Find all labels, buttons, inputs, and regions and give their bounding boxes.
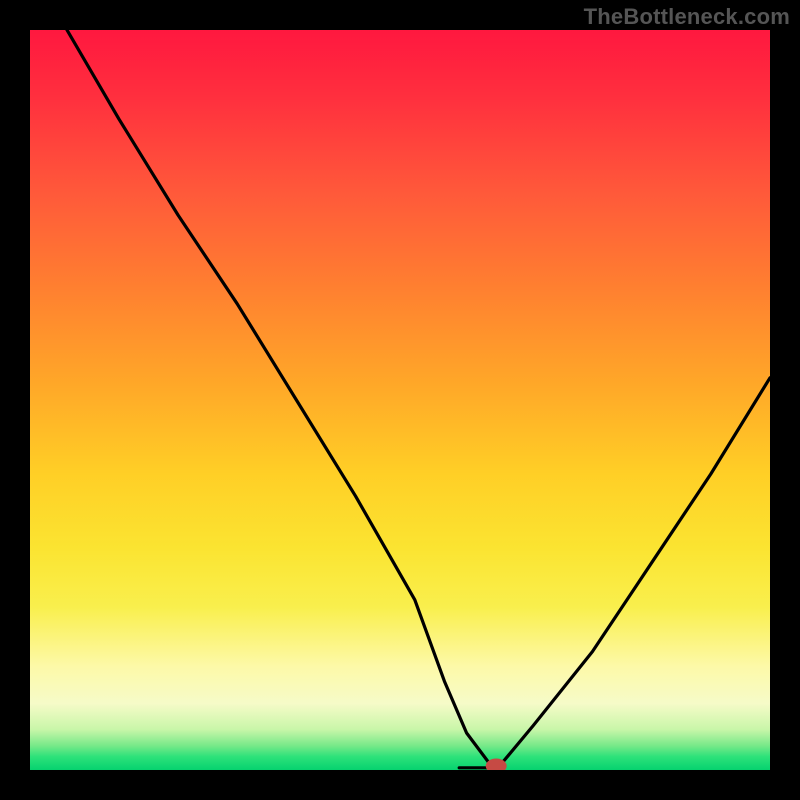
optimum-marker bbox=[486, 759, 506, 770]
plot-area bbox=[30, 30, 770, 770]
chart-frame: TheBottleneck.com bbox=[0, 0, 800, 800]
chart-svg bbox=[30, 30, 770, 770]
bottleneck-curve bbox=[67, 30, 770, 770]
attribution-text: TheBottleneck.com bbox=[584, 4, 790, 30]
